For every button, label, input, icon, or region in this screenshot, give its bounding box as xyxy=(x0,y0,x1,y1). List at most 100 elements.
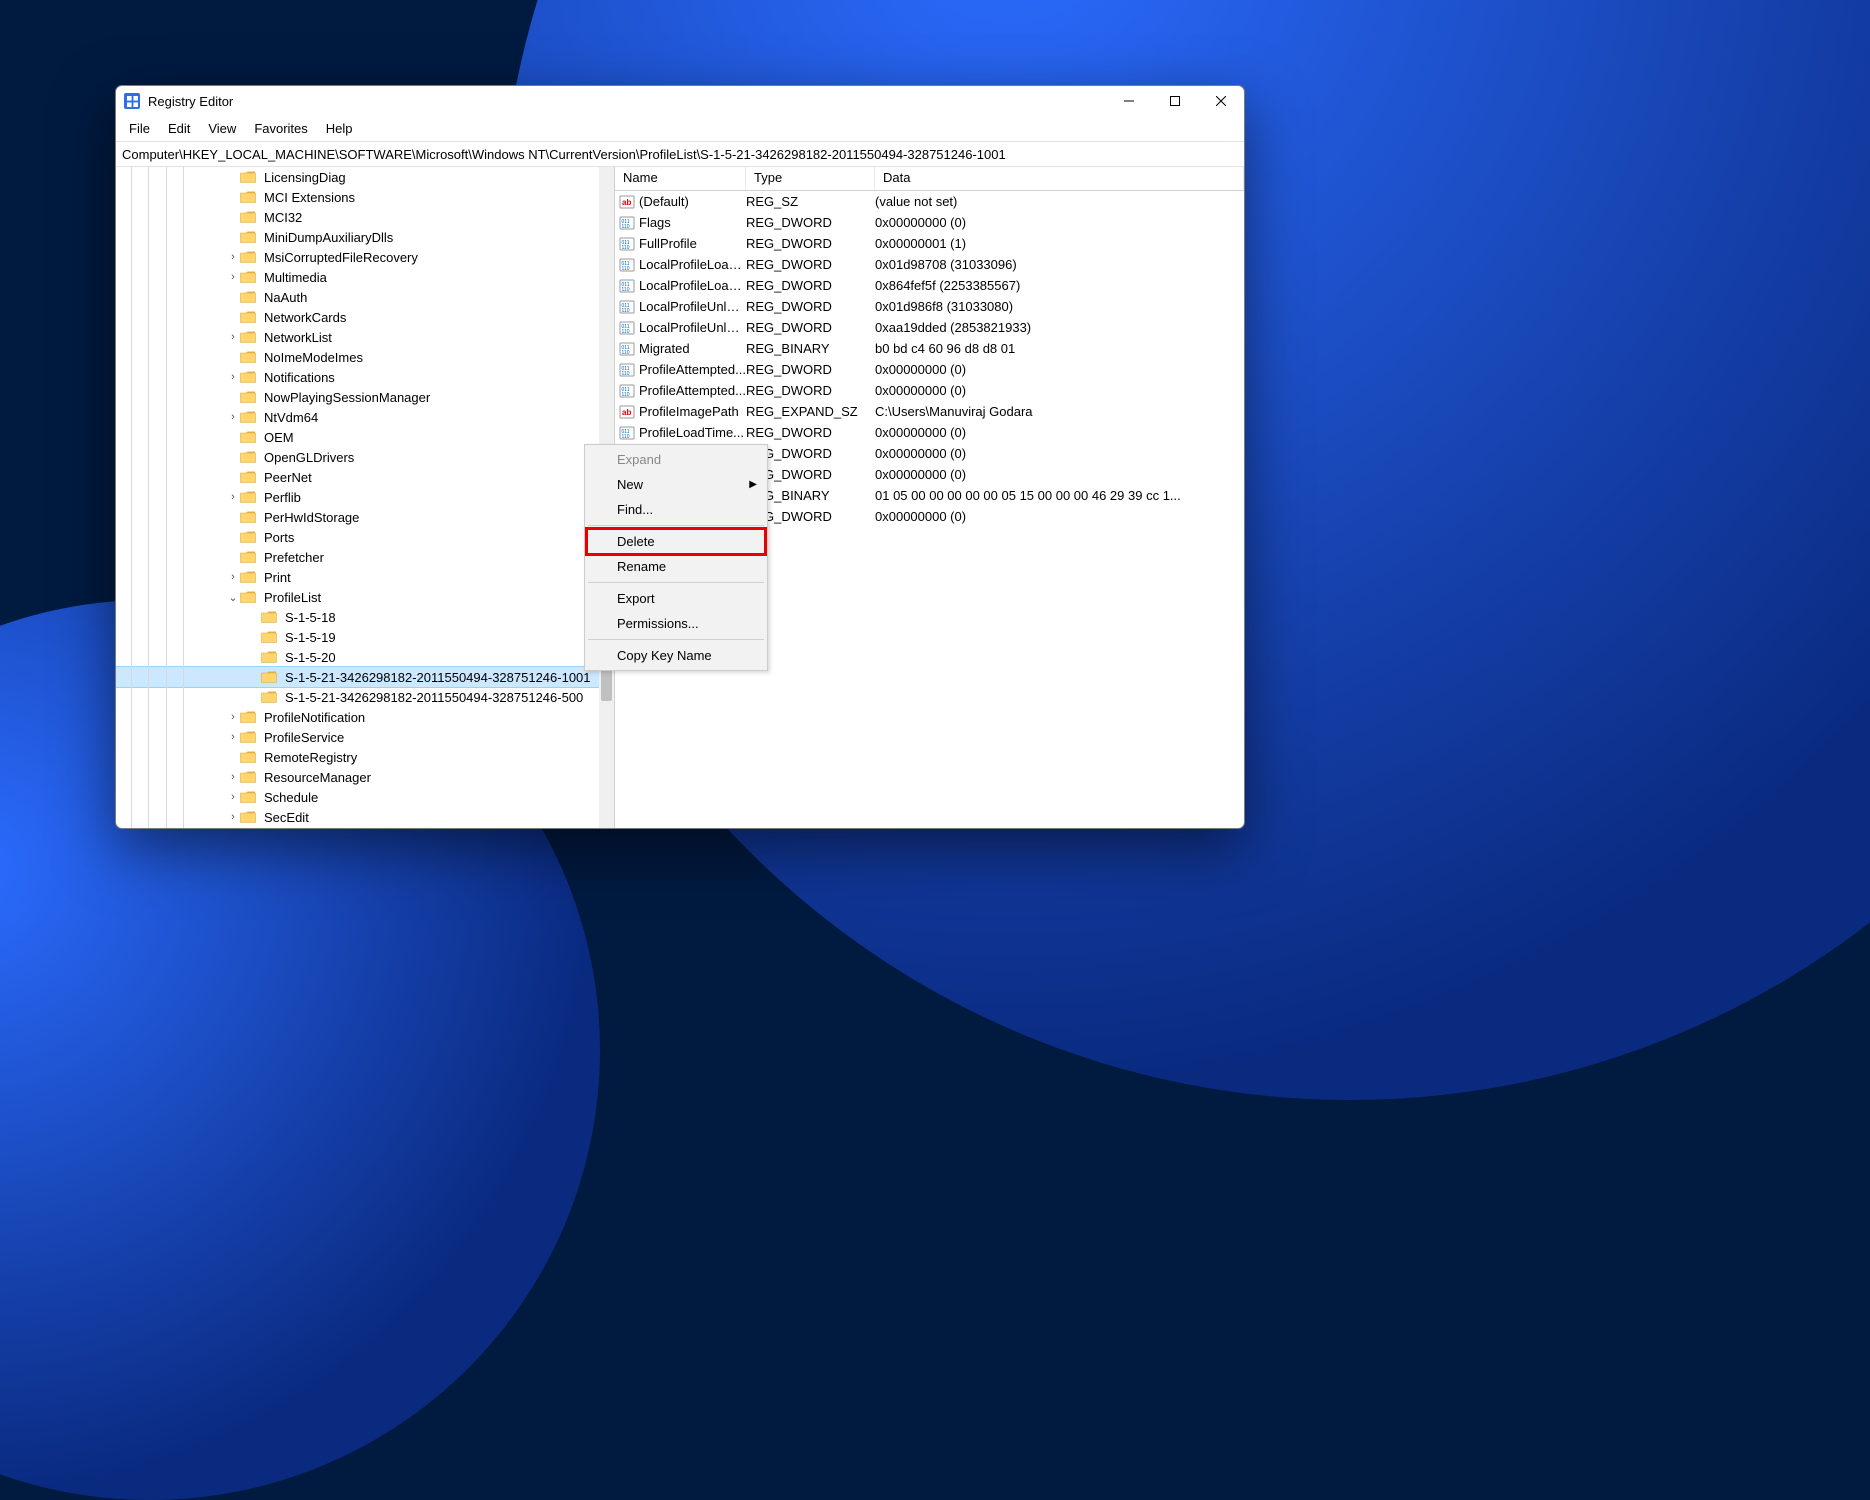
context-menu-delete[interactable]: Delete xyxy=(587,529,765,554)
menu-favorites[interactable]: Favorites xyxy=(245,119,316,138)
tree-node[interactable]: S-1-5-19 xyxy=(116,627,614,647)
tree-scrollbar-thumb[interactable] xyxy=(601,669,612,701)
column-header-type[interactable]: Type xyxy=(746,167,875,190)
expand-twisty[interactable]: ⌄ xyxy=(226,591,240,604)
expand-twisty[interactable]: › xyxy=(226,371,240,383)
expand-twisty[interactable]: › xyxy=(226,271,240,283)
value-row[interactable]: 011110ProfileAttempted...REG_DWORD0x0000… xyxy=(615,380,1244,401)
tree-node[interactable]: › Notifications xyxy=(116,367,614,387)
folder-icon xyxy=(240,550,256,564)
column-header-data[interactable]: Data xyxy=(875,167,1244,190)
tree-node[interactable]: LicensingDiag xyxy=(116,167,614,187)
value-row[interactable]: 011110LocalProfileLoad...REG_DWORD0x01d9… xyxy=(615,254,1244,275)
title-bar[interactable]: Registry Editor xyxy=(116,86,1244,116)
column-header-name[interactable]: Name xyxy=(615,167,746,190)
tree-node[interactable]: NoImeModeImes xyxy=(116,347,614,367)
expand-twisty[interactable]: › xyxy=(226,571,240,583)
tree-node[interactable]: MCI32 xyxy=(116,207,614,227)
tree-node[interactable]: PerHwIdStorage xyxy=(116,507,614,527)
menu-edit[interactable]: Edit xyxy=(159,119,199,138)
value-row[interactable]: 011110ProfileLoadTime...REG_DWORD0x00000… xyxy=(615,422,1244,443)
folder-icon xyxy=(240,790,256,804)
value-type: REG_SZ xyxy=(746,194,875,209)
tree-node-label: OpenGLDrivers xyxy=(262,450,356,465)
tree-node[interactable]: S-1-5-20 xyxy=(116,647,614,667)
svg-text:110: 110 xyxy=(622,266,630,272)
svg-text:110: 110 xyxy=(622,308,630,314)
maximize-button[interactable] xyxy=(1152,86,1198,116)
tree-node-label: S-1-5-21-3426298182-2011550494-328751246… xyxy=(283,690,585,705)
binary-value-icon: 011110 xyxy=(619,383,635,399)
tree-node[interactable]: ›ProfileService xyxy=(116,727,614,747)
tree-node[interactable]: ›NetworkList xyxy=(116,327,614,347)
close-button[interactable] xyxy=(1198,86,1244,116)
expand-twisty[interactable]: › xyxy=(226,811,240,823)
tree-node[interactable]: ›ProfileNotification xyxy=(116,707,614,727)
tree-node[interactable]: › Perflib xyxy=(116,487,614,507)
tree-node[interactable]: MCI Extensions xyxy=(116,187,614,207)
tree-node-label: Notifications xyxy=(262,370,337,385)
tree-node[interactable]: S-1-5-21-3426298182-2011550494-328751246… xyxy=(116,667,614,687)
value-row[interactable]: 011110FullProfileREG_DWORD0x00000001 (1) xyxy=(615,233,1244,254)
expand-twisty[interactable]: › xyxy=(226,491,240,503)
value-row[interactable]: 011110LocalProfileUnloa...REG_DWORD0xaa1… xyxy=(615,317,1244,338)
value-row[interactable]: ab(Default)REG_SZ(value not set) xyxy=(615,191,1244,212)
context-menu-export[interactable]: Export xyxy=(587,586,765,611)
context-menu-permissions[interactable]: Permissions... xyxy=(587,611,765,636)
context-menu-new[interactable]: New▶ xyxy=(587,472,765,497)
tree-node[interactable]: ›NtVdm64 xyxy=(116,407,614,427)
expand-twisty[interactable]: › xyxy=(226,331,240,343)
value-row[interactable]: 011110FlagsREG_DWORD0x00000000 (0) xyxy=(615,212,1244,233)
tree-node[interactable]: S-1-5-18 xyxy=(116,607,614,627)
menu-view[interactable]: View xyxy=(199,119,245,138)
tree-node[interactable]: NaAuth xyxy=(116,287,614,307)
tree-node-label: Perflib xyxy=(262,490,303,505)
values-header[interactable]: Name Type Data xyxy=(615,167,1244,191)
tree-node-label: RemoteRegistry xyxy=(262,750,359,765)
value-row[interactable]: 011110MigratedREG_BINARYb0 bd c4 60 96 d… xyxy=(615,338,1244,359)
tree-node[interactable]: MiniDumpAuxiliaryDlls xyxy=(116,227,614,247)
tree-node[interactable]: ›SecEdit xyxy=(116,807,614,827)
value-row[interactable]: 011110ProfileAttempted...REG_DWORD0x0000… xyxy=(615,359,1244,380)
tree-node[interactable]: ›Print xyxy=(116,567,614,587)
tree-node[interactable]: ⌄ProfileList xyxy=(116,587,614,607)
tree-node[interactable]: NowPlayingSessionManager xyxy=(116,387,614,407)
context-menu-find[interactable]: Find... xyxy=(587,497,765,522)
tree-node[interactable]: › Schedule xyxy=(116,787,614,807)
tree-node[interactable]: ›MsiCorruptedFileRecovery xyxy=(116,247,614,267)
binary-value-icon: 011110 xyxy=(619,278,635,294)
value-name: LocalProfileUnloa... xyxy=(639,320,746,335)
address-bar[interactable]: Computer\HKEY_LOCAL_MACHINE\SOFTWARE\Mic… xyxy=(116,142,1244,167)
key-tree[interactable]: LicensingDiagMCI ExtensionsMCI32MiniDump… xyxy=(116,167,615,828)
tree-node[interactable]: Ports xyxy=(116,527,614,547)
expand-twisty[interactable]: › xyxy=(226,251,240,263)
tree-node[interactable]: PeerNet xyxy=(116,467,614,487)
value-row[interactable]: abProfileImagePathREG_EXPAND_SZC:\Users\… xyxy=(615,401,1244,422)
menu-help[interactable]: Help xyxy=(317,119,362,138)
menu-separator xyxy=(588,639,764,640)
minimize-button[interactable] xyxy=(1106,86,1152,116)
tree-node[interactable]: ›Multimedia xyxy=(116,267,614,287)
folder-icon xyxy=(240,250,256,264)
value-row[interactable]: 011110LocalProfileUnloa...REG_DWORD0x01d… xyxy=(615,296,1244,317)
expand-twisty[interactable]: › xyxy=(226,731,240,743)
tree-node[interactable]: NetworkCards xyxy=(116,307,614,327)
tree-node[interactable]: RemoteRegistry xyxy=(116,747,614,767)
value-row[interactable]: 011110LocalProfileLoad...REG_DWORD0x864f… xyxy=(615,275,1244,296)
tree-node[interactable]: OEM xyxy=(116,427,614,447)
tree-node[interactable]: S-1-5-21-3426298182-2011550494-328751246… xyxy=(116,687,614,707)
folder-icon xyxy=(240,450,256,464)
tree-node[interactable]: Prefetcher xyxy=(116,547,614,567)
folder-icon xyxy=(240,750,256,764)
expand-twisty[interactable]: › xyxy=(226,411,240,423)
expand-twisty[interactable]: › xyxy=(226,771,240,783)
menu-file[interactable]: File xyxy=(120,119,159,138)
context-menu-copy-key-name[interactable]: Copy Key Name xyxy=(587,643,765,668)
tree-node-label: Schedule xyxy=(262,790,320,805)
tree-node[interactable]: OpenGLDrivers xyxy=(116,447,614,467)
expand-twisty[interactable]: › xyxy=(226,791,240,803)
svg-text:ab: ab xyxy=(622,408,631,417)
context-menu-rename[interactable]: Rename xyxy=(587,554,765,579)
expand-twisty[interactable]: › xyxy=(226,711,240,723)
tree-node[interactable]: ›ResourceManager xyxy=(116,767,614,787)
